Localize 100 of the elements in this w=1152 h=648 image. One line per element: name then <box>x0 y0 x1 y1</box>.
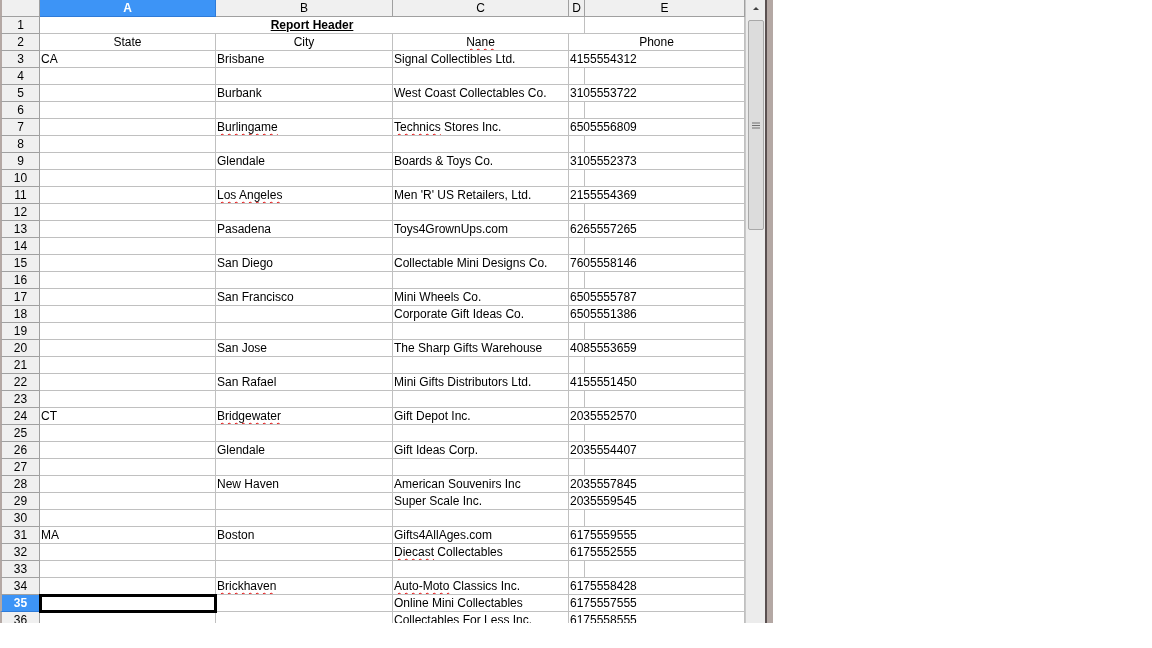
row-header[interactable]: 19 <box>0 323 40 340</box>
table-cell: West Coast Collectables Co. <box>393 85 569 102</box>
row-header[interactable]: 2 <box>0 34 40 51</box>
column-header[interactable]: B <box>216 0 393 17</box>
row-header[interactable]: 7 <box>0 119 40 136</box>
table-cell: Pasadena <box>216 221 393 238</box>
table-cell: 6265557265 <box>569 221 745 238</box>
row-header[interactable]: 33 <box>0 561 40 578</box>
table-cell <box>569 510 585 527</box>
table-cell: 3105552373 <box>569 153 745 170</box>
column-label: State <box>40 34 216 51</box>
row-header[interactable]: 10 <box>0 170 40 187</box>
row-header[interactable]: 23 <box>0 391 40 408</box>
table-cell <box>569 68 585 85</box>
table-cell: 6175559555 <box>569 527 745 544</box>
row-header[interactable]: 17 <box>0 289 40 306</box>
row-header[interactable]: 25 <box>0 425 40 442</box>
row-header[interactable]: 6 <box>0 102 40 119</box>
row-header[interactable]: 32 <box>0 544 40 561</box>
table-cell: Los Angeles <box>216 187 393 204</box>
table-cell: 4085553659 <box>569 340 745 357</box>
column-header[interactable]: E <box>585 0 745 17</box>
table-cell: Men 'R' US Retailers, Ltd. <box>393 187 569 204</box>
column-header[interactable]: C <box>393 0 569 17</box>
table-cell: CT <box>40 408 216 425</box>
table-cell: Mini Wheels Co. <box>393 289 569 306</box>
row-header[interactable]: 30 <box>0 510 40 527</box>
table-cell: Bridgewater <box>216 408 393 425</box>
table-cell: 6175557555 <box>569 595 745 612</box>
table-cell: Corporate Gift Ideas Co. <box>393 306 569 323</box>
table-cell <box>569 102 585 119</box>
row-header[interactable]: 16 <box>0 272 40 289</box>
column-label: Nane <box>393 34 569 51</box>
row-header[interactable]: 9 <box>0 153 40 170</box>
row-header[interactable]: 11 <box>0 187 40 204</box>
table-cell: Brisbane <box>216 51 393 68</box>
table-cell: Auto-Moto Classics Inc. <box>393 578 569 595</box>
table-cell <box>569 238 585 255</box>
table-cell <box>569 170 585 187</box>
table-cell <box>569 459 585 476</box>
row-header[interactable]: 28 <box>0 476 40 493</box>
table-cell: Gift Depot Inc. <box>393 408 569 425</box>
row-header[interactable]: 20 <box>0 340 40 357</box>
row-header[interactable]: 31 <box>0 527 40 544</box>
row-header[interactable]: 29 <box>0 493 40 510</box>
row-header[interactable]: 18 <box>0 306 40 323</box>
scrollbar-thumb[interactable] <box>747 20 764 230</box>
table-cell <box>569 425 585 442</box>
row-header[interactable]: 21 <box>0 357 40 374</box>
table-cell: Gift Ideas Corp. <box>393 442 569 459</box>
table-cell: Online Mini Collectables <box>393 595 569 612</box>
column-header[interactable]: D <box>569 0 585 17</box>
row-header[interactable]: 14 <box>0 238 40 255</box>
table-cell <box>569 391 585 408</box>
table-cell: Glendale <box>216 153 393 170</box>
table-cell <box>569 357 585 374</box>
row-header[interactable]: 15 <box>0 255 40 272</box>
row-header[interactable]: 4 <box>0 68 40 85</box>
grip-icon <box>751 121 760 129</box>
corner-header[interactable] <box>0 0 40 17</box>
report-title: Report Header <box>270 18 354 32</box>
table-cell: New Haven <box>216 476 393 493</box>
table-cell: 2035557845 <box>569 476 745 493</box>
active-cell[interactable] <box>40 595 216 612</box>
table-cell: American Souvenirs Inc <box>393 476 569 493</box>
table-cell: 6505555787 <box>569 289 745 306</box>
table-cell: MA <box>40 527 216 544</box>
row-header[interactable]: 34 <box>0 578 40 595</box>
vertical-scrollbar[interactable] <box>745 0 765 623</box>
table-cell: Burlingame <box>216 119 393 136</box>
table-cell <box>569 136 585 153</box>
row-header[interactable]: 1 <box>0 17 40 34</box>
column-label: City <box>216 34 393 51</box>
table-cell: 2035559545 <box>569 493 745 510</box>
table-cell: San Rafael <box>216 374 393 391</box>
table-cell: Technics Stores Inc. <box>393 119 569 136</box>
table-cell: 6505551386 <box>569 306 745 323</box>
row-header[interactable]: 12 <box>0 204 40 221</box>
table-cell: San Diego <box>216 255 393 272</box>
table-cell: Burbank <box>216 85 393 102</box>
row-header[interactable]: 24 <box>0 408 40 425</box>
table-cell: Collectable Mini Designs Co. <box>393 255 569 272</box>
table-cell: 6175558428 <box>569 578 745 595</box>
row-header[interactable]: 13 <box>0 221 40 238</box>
row-header[interactable]: 5 <box>0 85 40 102</box>
row-header[interactable]: 26 <box>0 442 40 459</box>
table-cell: 7605558146 <box>569 255 745 272</box>
table-cell: Mini Gifts Distributors Ltd. <box>393 374 569 391</box>
row-header[interactable]: 3 <box>0 51 40 68</box>
table-cell: Super Scale Inc. <box>393 493 569 510</box>
table-cell: 2035554407 <box>569 442 745 459</box>
row-header[interactable]: 27 <box>0 459 40 476</box>
table-cell: CA <box>40 51 216 68</box>
table-cell: Gifts4AllAges.com <box>393 527 569 544</box>
row-header[interactable]: 8 <box>0 136 40 153</box>
table-cell: The Sharp Gifts Warehouse <box>393 340 569 357</box>
table-cell <box>569 561 585 578</box>
table-cell <box>569 323 585 340</box>
table-cell: Toys4GrownUps.com <box>393 221 569 238</box>
row-header[interactable]: 22 <box>0 374 40 391</box>
